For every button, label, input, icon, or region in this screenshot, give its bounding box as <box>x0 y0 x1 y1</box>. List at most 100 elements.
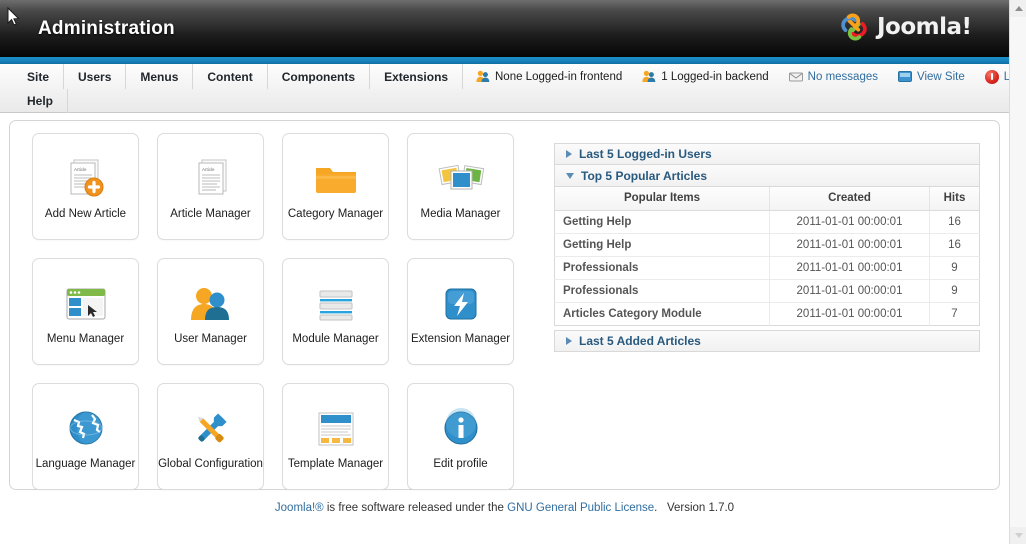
tile-label: Media Manager <box>420 208 501 221</box>
content-panel: Article Add New Article Article Article … <box>9 120 1000 490</box>
table-row: Articles Category Module 2011-01-01 00:0… <box>554 302 980 325</box>
tile-extension-manager[interactable]: Extension Manager <box>407 258 514 365</box>
tile-article-manager[interactable]: Article Article Manager <box>157 133 264 240</box>
status-backend-users: 1 Logged-in backend <box>632 64 778 89</box>
chevron-up-icon <box>1014 6 1023 11</box>
status-bar: None Logged-in frontend 1 Logged-in back… <box>466 64 1026 89</box>
scrollbar-track[interactable] <box>1010 17 1026 527</box>
add-new-article-icon: Article <box>59 152 113 206</box>
article-title-link[interactable]: Getting Help <box>554 210 770 234</box>
menu-item-help[interactable]: Help <box>13 89 69 113</box>
status-view-site-link[interactable]: View Site <box>888 64 975 89</box>
panel-title: Last 5 Added Articles <box>579 333 701 348</box>
tile-edit-profile[interactable]: Edit profile <box>407 383 514 490</box>
media-manager-icon <box>434 152 488 206</box>
article-hits: 16 <box>929 210 980 234</box>
footer-license-link[interactable]: GNU General Public License <box>507 502 654 514</box>
article-title-link[interactable]: Professionals <box>554 279 770 303</box>
joomla-admin-window: Administration Joomla! Site Users Menus … <box>0 0 1026 544</box>
table-row: Getting Help 2011-01-01 00:00:01 16 <box>554 210 980 234</box>
tile-label: Article Manager <box>170 208 251 221</box>
chevron-down-icon <box>566 172 574 179</box>
joomla-logo: Joomla! <box>837 8 997 46</box>
tile-language-manager[interactable]: Language Manager <box>32 383 139 490</box>
column-header-hits[interactable]: Hits <box>929 187 980 211</box>
tile-label: Edit profile <box>433 458 488 471</box>
panel-title: Last 5 Logged-in Users <box>579 147 712 161</box>
monitor-icon <box>897 71 912 82</box>
article-title-link[interactable]: Getting Help <box>554 233 770 257</box>
menu-item-components[interactable]: Components <box>268 64 371 89</box>
article-created: 2011-01-01 00:00:01 <box>769 256 930 280</box>
menu-item-extensions[interactable]: Extensions <box>370 64 464 89</box>
category-manager-icon <box>309 152 363 206</box>
article-created: 2011-01-01 00:00:01 <box>769 233 930 257</box>
status-messages-label: No messages <box>807 70 878 83</box>
tile-global-configuration[interactable]: Global Configuration <box>157 383 264 490</box>
template-manager-icon <box>309 402 363 456</box>
menu-manager-icon <box>59 277 113 331</box>
tile-add-new-article[interactable]: Article Add New Article <box>32 133 139 240</box>
article-hits: 7 <box>929 302 980 325</box>
popular-articles-table: Popular Items Created Hits Getting Help … <box>554 187 980 326</box>
extension-manager-icon <box>434 277 488 331</box>
table-row: Professionals 2011-01-01 00:00:01 9 <box>554 279 980 303</box>
footer-text-before: is free software released under the <box>323 502 508 514</box>
tile-module-manager[interactable]: Module Manager <box>282 258 389 365</box>
column-header-popular-items[interactable]: Popular Items <box>554 187 770 211</box>
panel-title: Top 5 Popular Articles <box>581 168 708 183</box>
language-manager-icon <box>59 402 113 456</box>
menu-item-users[interactable]: Users <box>64 64 127 89</box>
panel-top-popular-articles[interactable]: Top 5 Popular Articles <box>554 165 980 187</box>
tile-media-manager[interactable]: Media Manager <box>407 133 514 240</box>
chevron-down-icon <box>1014 533 1023 538</box>
footer: Joomla!® is free software released under… <box>0 502 1009 514</box>
tile-label: User Manager <box>174 333 247 346</box>
menu-item-content[interactable]: Content <box>193 64 268 89</box>
status-frontend-users: None Logged-in frontend <box>466 64 632 89</box>
tile-template-manager[interactable]: Template Manager <box>282 383 389 490</box>
status-frontend-users-label: None Logged-in frontend <box>495 70 623 83</box>
logout-icon <box>984 69 999 84</box>
envelope-icon <box>788 71 803 82</box>
tile-user-manager[interactable]: User Manager <box>157 258 264 365</box>
chevron-right-icon <box>566 336 572 345</box>
footer-version: Version 1.7.0 <box>666 502 735 514</box>
users-icon <box>476 70 490 83</box>
article-created: 2011-01-01 00:00:01 <box>769 279 930 303</box>
tile-menu-manager[interactable]: Menu Manager <box>32 258 139 365</box>
panel-last-added-articles[interactable]: Last 5 Added Articles <box>554 329 980 352</box>
tile-label: Language Manager <box>35 458 136 471</box>
svg-text:Article: Article <box>74 167 87 172</box>
status-backend-users-label: 1 Logged-in backend <box>661 70 769 83</box>
page-title: Administration <box>38 18 175 39</box>
article-created: 2011-01-01 00:00:01 <box>769 210 930 234</box>
menu-items: Site Users Menus Content Components Exte… <box>13 64 464 89</box>
scrollbar-up-arrow[interactable] <box>1010 0 1026 17</box>
status-view-site-label: View Site <box>916 70 965 83</box>
column-header-created[interactable]: Created <box>769 187 930 211</box>
tile-label: Category Manager <box>287 208 384 221</box>
tile-category-manager[interactable]: Category Manager <box>282 133 389 240</box>
article-title-link[interactable]: Professionals <box>554 256 770 280</box>
article-hits: 9 <box>929 256 980 280</box>
panel-last-logged-in-users[interactable]: Last 5 Logged-in Users <box>554 143 980 165</box>
table-row: Professionals 2011-01-01 00:00:01 9 <box>554 256 980 280</box>
app-header: Administration Joomla! <box>0 0 1009 57</box>
tile-label: Menu Manager <box>46 333 125 346</box>
footer-brand-link[interactable]: Joomla!® <box>275 502 324 514</box>
footer-text-after: . <box>654 502 658 514</box>
menu-item-site[interactable]: Site <box>13 64 65 89</box>
menu-items-row2: Help <box>13 89 69 113</box>
joomla-logo-text: Joomla! <box>877 14 972 40</box>
users-icon <box>642 70 656 83</box>
tile-label: Global Configuration <box>158 458 263 471</box>
article-manager-icon: Article <box>184 152 238 206</box>
tile-label: Extension Manager <box>410 333 511 346</box>
vertical-scrollbar[interactable] <box>1009 0 1026 544</box>
status-messages-link[interactable]: No messages <box>779 64 888 89</box>
article-title-link[interactable]: Articles Category Module <box>554 302 770 325</box>
tile-label: Template Manager <box>287 458 384 471</box>
menu-item-menus[interactable]: Menus <box>126 64 194 89</box>
scrollbar-down-arrow[interactable] <box>1010 527 1026 544</box>
